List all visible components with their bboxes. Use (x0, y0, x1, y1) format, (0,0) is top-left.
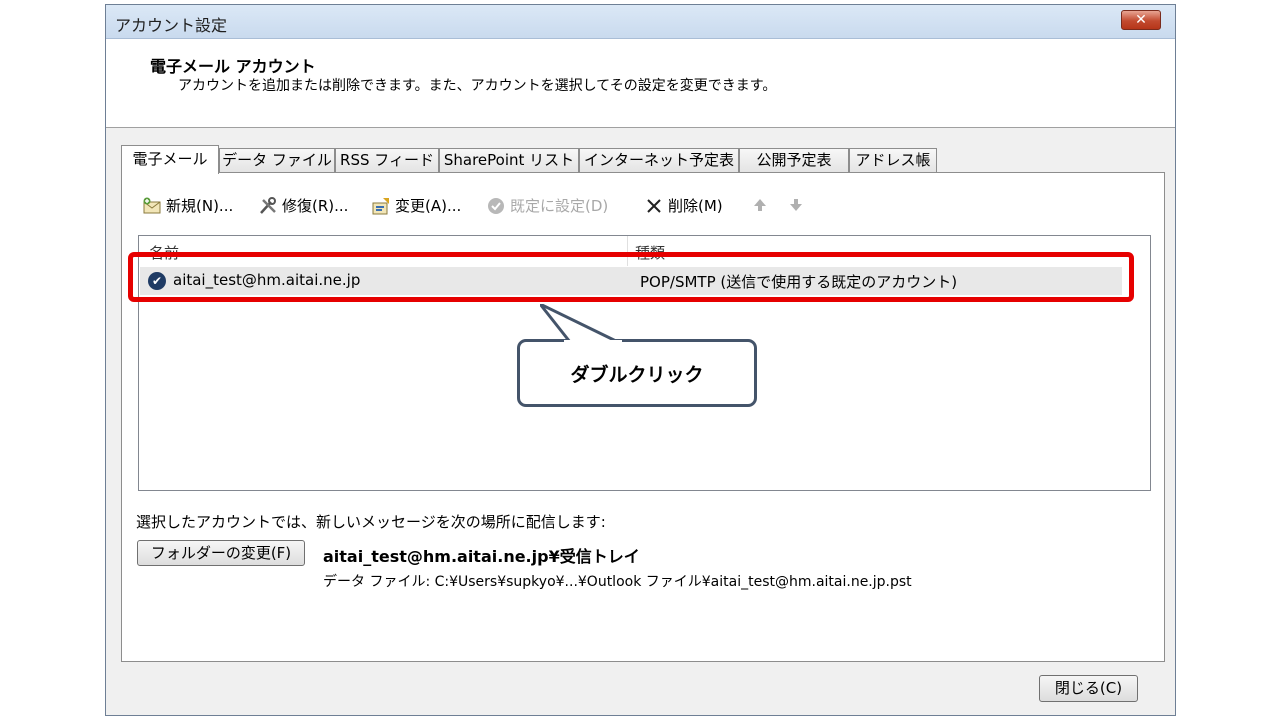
delete-label: 削除(M) (668, 197, 723, 215)
tab-published-calendars[interactable]: 公開予定表 (739, 148, 849, 173)
page-title: 電子メール アカウント (150, 57, 316, 76)
close-icon: ✕ (1135, 12, 1147, 28)
tab-internet-calendars[interactable]: インターネット予定表 (579, 148, 739, 173)
repair-label: 修復(R)... (282, 197, 349, 215)
move-up-button[interactable] (750, 195, 774, 215)
set-default-label: 既定に設定(D) (510, 197, 609, 215)
double-click-callout: ダブルクリック (517, 339, 757, 407)
set-default-button[interactable]: 既定に設定(D) (486, 195, 608, 216)
tab-sharepoint-lists[interactable]: SharePoint リスト (439, 148, 579, 173)
tab-rss-feeds[interactable]: RSS フィード (335, 148, 439, 173)
check-circle-icon (486, 196, 506, 216)
arrow-down-icon (786, 195, 806, 215)
data-file-path: データ ファイル: C:¥Users¥supkyo¥...¥Outlook ファ… (323, 574, 912, 590)
title-bar: アカウント設定 ✕ (106, 5, 1175, 39)
delivery-label: 選択したアカウントでは、新しいメッセージを次の場所に配信します: (136, 513, 606, 531)
change-folder-button[interactable]: フォルダーの変更(F) (137, 540, 305, 566)
move-down-button[interactable] (786, 195, 810, 215)
callout-pointer (540, 304, 622, 344)
change-label: 変更(A)... (395, 197, 462, 215)
account-row-highlight (128, 252, 1134, 302)
new-mail-icon (142, 196, 162, 216)
tab-email[interactable]: 電子メール (121, 145, 219, 174)
tab-address-books[interactable]: アドレス帳 (849, 148, 937, 173)
close-button[interactable]: 閉じる(C) (1039, 675, 1138, 702)
delete-x-icon (644, 196, 664, 216)
window-close-button[interactable]: ✕ (1121, 10, 1161, 30)
header-band: 電子メール アカウント アカウントを追加または削除できます。また、アカウントを選… (106, 39, 1175, 128)
new-label: 新規(N)... (166, 197, 234, 215)
tools-icon (258, 196, 278, 216)
tab-data-files[interactable]: データ ファイル (219, 148, 335, 173)
delete-button[interactable]: 削除(M) (644, 195, 723, 216)
page-description: アカウントを追加または削除できます。また、アカウントを選択してその設定を変更でき… (178, 78, 777, 94)
delivery-folder-path: aitai_test@hm.aitai.ne.jp¥受信トレイ (323, 547, 640, 566)
callout-text: ダブルクリック (570, 363, 704, 386)
arrow-up-icon (750, 195, 770, 215)
window-title: アカウント設定 (115, 16, 228, 35)
change-settings-icon (371, 196, 391, 216)
repair-button[interactable]: 修復(R)... (258, 195, 348, 216)
new-account-button[interactable]: 新規(N)... (142, 195, 233, 216)
change-button[interactable]: 変更(A)... (371, 195, 461, 216)
